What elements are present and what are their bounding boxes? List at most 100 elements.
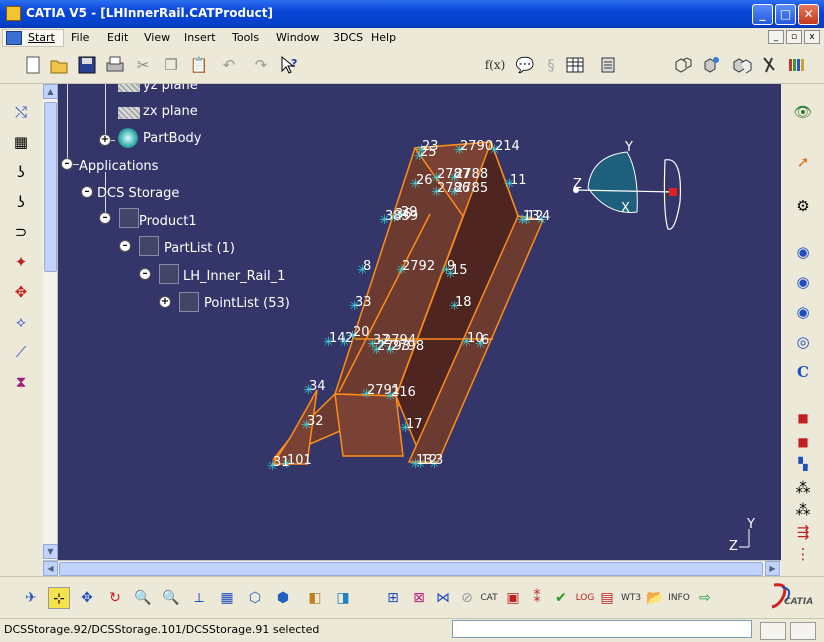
cluster-1-icon[interactable]: ⁂ — [791, 476, 815, 500]
tree-node-yz-plane[interactable]: yz plane — [143, 84, 198, 93]
doc-restore-button[interactable]: ▫ — [786, 30, 802, 44]
collapse-icon[interactable]: – — [119, 240, 131, 252]
vector-icon[interactable]: ⇶ — [791, 520, 815, 544]
color-bars-icon[interactable] — [786, 54, 808, 76]
fit-all-in-icon[interactable]: ⊹ — [48, 587, 70, 609]
zoom-in-icon[interactable]: 🔍 — [132, 587, 154, 609]
tree-node-pointlist[interactable]: PointList (53) — [204, 296, 290, 311]
scroll-up-icon[interactable]: ▲ — [43, 84, 58, 99]
measure-icon[interactable] — [598, 54, 620, 76]
doc-minimize-button[interactable]: _ — [768, 30, 784, 44]
print-icon[interactable] — [104, 54, 126, 76]
analysis-2-icon[interactable]: ◉ — [791, 270, 815, 294]
analysis-4-icon[interactable]: ◎ — [791, 330, 815, 354]
collapse-icon[interactable]: – — [99, 212, 111, 224]
status-box-1[interactable] — [760, 622, 786, 640]
menu-3dcs[interactable]: 3DCS — [333, 31, 363, 44]
rotate-icon[interactable]: ↻ — [104, 587, 126, 609]
analysis-1-icon[interactable]: ◉ — [791, 240, 815, 264]
check-icon[interactable]: ✔ — [550, 587, 572, 609]
product-icon[interactable] — [672, 54, 694, 76]
wt3-icon[interactable]: WT3 — [620, 587, 642, 609]
scroll-left-icon[interactable]: ◀ — [43, 561, 58, 576]
graph-icon[interactable]: ▚ — [791, 452, 815, 476]
expand-icon[interactable]: + — [159, 296, 171, 308]
3d-viewport[interactable]: Z Y X Y Z ✳ ✳ ✳ ✳ ✳ ✳ ✳ ✳ ✳ ✳ ✳ ✳ ✳ ✳ ✳ ✳ ✳ ✳ ✳ ✳ ✳ ✳ ✳ ✳ ✳ ✳ ✳ ✳ ✳ ✳… — [43, 84, 781, 560]
c-icon[interactable]: C — [791, 360, 815, 384]
scroll-down-icon[interactable]: ▼ — [43, 544, 58, 559]
vertical-scrollbar[interactable]: ▲ ▼ — [43, 84, 58, 560]
eye-icon[interactable]: 👁 — [791, 100, 815, 124]
dcs-6-icon[interactable]: ⁑ — [526, 587, 548, 609]
hook-icon[interactable]: ʖ — [9, 160, 33, 184]
report-icon[interactable]: ■ — [791, 430, 815, 454]
collapse-icon[interactable]: – — [139, 268, 151, 280]
iso-view-icon[interactable]: ⬡ — [244, 587, 266, 609]
menu-window[interactable]: Window — [276, 31, 319, 44]
zoom-out-icon[interactable]: 🔍 — [160, 587, 182, 609]
swap-space-icon[interactable]: ◨ — [332, 587, 354, 609]
move-point-icon[interactable]: ✥ — [9, 280, 33, 304]
menu-edit[interactable]: Edit — [107, 31, 128, 44]
maximize-button[interactable]: □ — [775, 4, 796, 25]
tools-icon[interactable] — [760, 54, 782, 76]
pan-icon[interactable]: ✥ — [76, 587, 98, 609]
vertical-scroll-thumb[interactable] — [44, 102, 57, 272]
normal-view-icon[interactable]: ⟂ — [188, 587, 210, 609]
redo-icon[interactable]: ↷ — [250, 54, 272, 76]
dcs-7-icon[interactable]: ▤ — [596, 587, 618, 609]
nb-icon[interactable]: ■ — [791, 406, 815, 430]
scale-icon[interactable]: ⋮ — [791, 542, 815, 566]
table-icon[interactable] — [564, 54, 586, 76]
doc-close-button[interactable]: x — [804, 30, 820, 44]
command-input[interactable] — [452, 620, 752, 638]
tree-node-applications[interactable]: Applications — [79, 159, 158, 174]
point-icon[interactable]: ✦ — [9, 250, 33, 274]
tree-node-product1[interactable]: Product1 — [139, 214, 197, 229]
render-style-icon[interactable]: ⬢ — [272, 587, 294, 609]
settings-icon[interactable]: ⚙ — [791, 194, 815, 218]
dcs-4-icon[interactable]: ⊘ — [456, 587, 478, 609]
log-icon[interactable]: LOG — [574, 587, 596, 609]
close-button[interactable]: ✕ — [798, 4, 819, 25]
undo-icon[interactable]: ↶ — [218, 54, 240, 76]
measure-move-icon[interactable]: ⧗ — [9, 370, 33, 394]
save-icon[interactable] — [76, 54, 98, 76]
tree-node-zx-plane[interactable]: zx plane — [143, 104, 198, 119]
multi-view-icon[interactable]: ▦ — [216, 587, 238, 609]
analysis-icon[interactable] — [730, 54, 752, 76]
menu-tools[interactable]: Tools — [232, 31, 259, 44]
hook-alt-icon[interactable]: ʖ — [9, 190, 33, 214]
tree-node-dcs-storage[interactable]: DCS Storage — [97, 186, 179, 201]
clip-icon[interactable]: ⊃ — [9, 220, 33, 244]
expand-icon[interactable]: + — [99, 134, 111, 146]
dcs-3-icon[interactable]: ⋈ — [432, 587, 454, 609]
tolerance-icon[interactable]: ⟋ — [9, 340, 33, 364]
scroll-right-icon[interactable]: ▶ — [765, 561, 780, 576]
select-icon[interactable]: ➚ — [791, 150, 815, 174]
hide-show-icon[interactable]: ◧ — [304, 587, 326, 609]
horizontal-scrollbar[interactable]: ◀ ▶ — [43, 560, 781, 576]
feature-icon[interactable]: ⟡ — [9, 310, 33, 334]
axis-icon[interactable]: ⤭ — [9, 100, 33, 124]
menu-file[interactable]: File — [71, 31, 89, 44]
new-document-icon[interactable] — [22, 54, 44, 76]
horizontal-scroll-thumb[interactable] — [59, 562, 763, 576]
cluster-2-icon[interactable]: ⁂ — [791, 498, 815, 522]
compass-widget[interactable]: Z Y X — [573, 140, 682, 230]
copy-icon[interactable]: ❐ — [160, 54, 182, 76]
collapse-icon[interactable]: – — [81, 186, 93, 198]
formula-icon[interactable]: f(x) — [484, 54, 506, 76]
collapse-icon[interactable]: – — [61, 158, 73, 170]
tree-node-partbody[interactable]: PartBody — [143, 131, 201, 146]
cut-icon[interactable]: ✂ — [132, 54, 154, 76]
info-icon[interactable]: INFO — [668, 587, 690, 609]
rules-icon[interactable]: § — [540, 54, 562, 76]
minimize-button[interactable]: _ — [752, 4, 773, 25]
knowledge-icon[interactable]: 💬 — [514, 54, 536, 76]
whats-this-icon[interactable]: ? — [278, 54, 300, 76]
open-folder-icon[interactable] — [48, 54, 70, 76]
fit-all-icon[interactable] — [700, 54, 722, 76]
paste-icon[interactable]: 📋 — [188, 54, 210, 76]
dcs-2-icon[interactable]: ⊠ — [408, 587, 430, 609]
